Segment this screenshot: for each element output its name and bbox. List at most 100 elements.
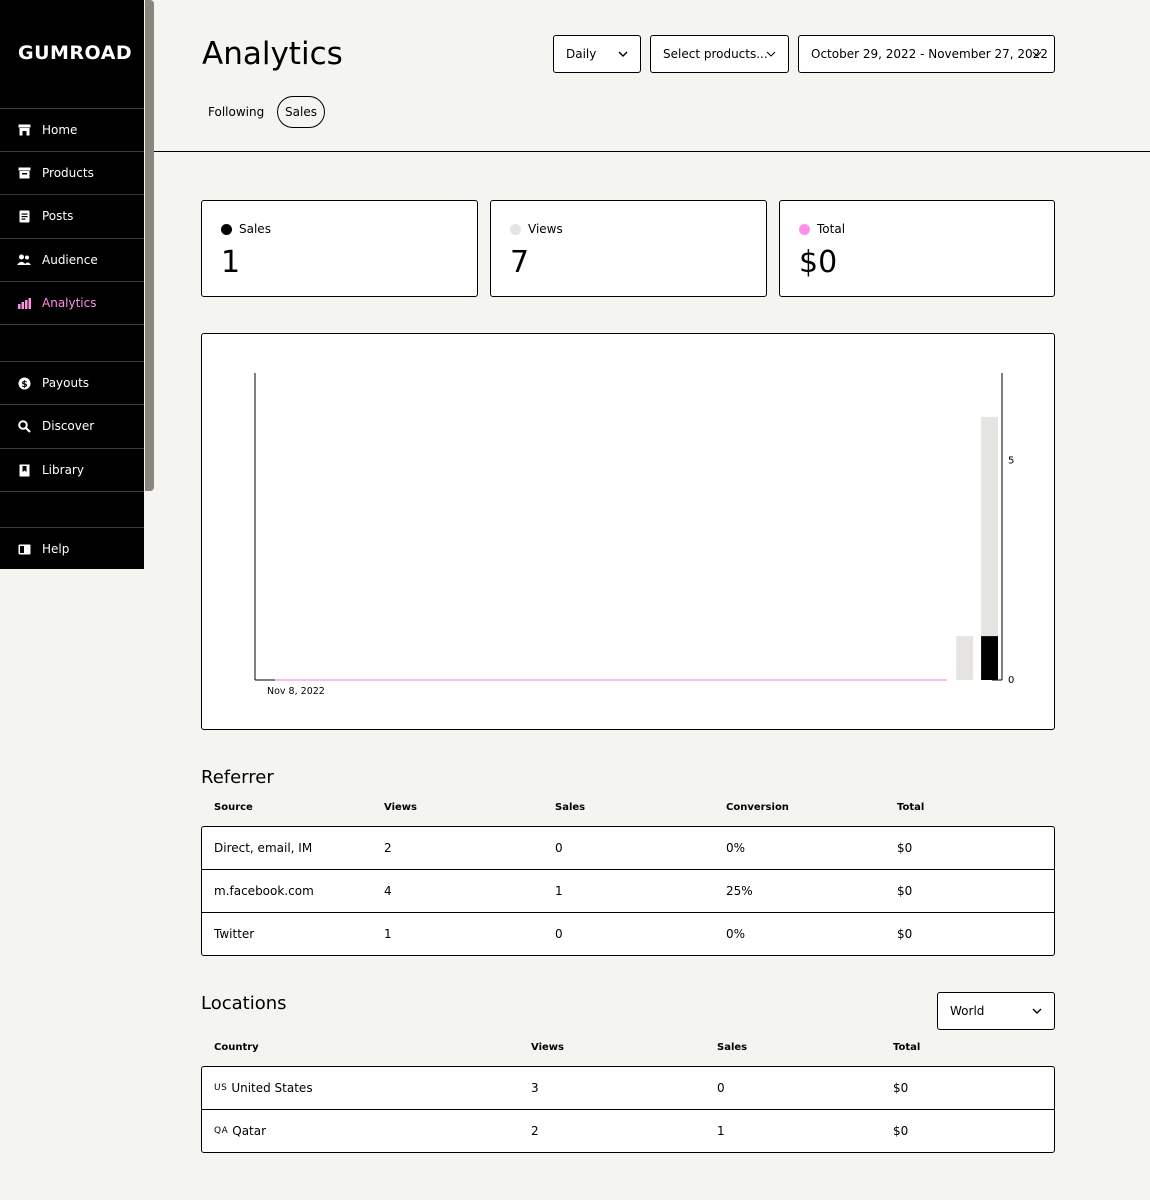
sales-chart: 5 0 Nov 8, 2022 (201, 333, 1055, 730)
referrer-conversion: 0% (726, 927, 746, 941)
country-cell: US United States (214, 1067, 313, 1109)
sidebar-item-products[interactable]: Products (0, 151, 144, 194)
sidebar-item-posts[interactable]: Posts (0, 194, 144, 237)
tab-sales[interactable]: Sales (277, 96, 325, 128)
sidebar-item-help[interactable]: Help (0, 527, 144, 570)
interval-select[interactable]: Daily (553, 35, 641, 73)
bar-chart-icon (17, 296, 31, 310)
chevron-down-icon (618, 48, 628, 62)
total-legend-dot (799, 223, 810, 235)
column-header-country: Country (214, 1042, 259, 1053)
referrer-total: $0 (897, 884, 913, 898)
referrer-views: 2 (384, 841, 392, 855)
country-code: US (214, 1083, 228, 1093)
stat-label: Total (817, 222, 846, 236)
referrer-conversion: 0% (726, 841, 746, 855)
sidebar-item-label: Help (42, 542, 70, 556)
sidebar-divider (0, 324, 144, 325)
bookmark-icon (17, 463, 31, 477)
locations-title: Locations (201, 993, 287, 1014)
referrer-sales: 0 (555, 927, 563, 941)
referrer-title: Referrer (201, 767, 274, 788)
sidebar-scrollbar[interactable] (145, 0, 154, 491)
referrer-source: Twitter (214, 927, 255, 941)
table-row: US United States 3 0 $0 (202, 1067, 1054, 1109)
location-sales: 0 (717, 1081, 725, 1095)
sidebar-divider (0, 491, 144, 492)
chevron-down-icon (766, 48, 776, 62)
column-header-total: Total (893, 1042, 921, 1053)
views-stat-label-row: Views (510, 222, 563, 236)
referrer-table: Direct, email, IM 2 0 0% $0 m.facebook.c… (201, 826, 1055, 956)
sidebar-item-audience[interactable]: Audience (0, 238, 144, 281)
total-stat-label-row: Total (799, 222, 845, 236)
referrer-views: 1 (384, 927, 392, 941)
product-select[interactable]: Select products... (650, 35, 789, 73)
region-select[interactable]: World (937, 992, 1055, 1030)
document-icon (17, 209, 31, 223)
sidebar-item-label: Library (42, 463, 84, 477)
location-sales: 1 (717, 1124, 725, 1138)
column-header-source: Source (214, 802, 253, 813)
sales-bar (981, 636, 998, 680)
referrer-total: $0 (897, 927, 913, 941)
book-icon (17, 542, 31, 556)
chevron-down-icon (1032, 48, 1042, 62)
total-stat-card: Total $0 (779, 200, 1055, 297)
country-code: QA (214, 1126, 229, 1136)
sidebar-item-label: Discover (42, 419, 95, 433)
stat-value: $0 (799, 245, 838, 280)
sidebar-item-discover[interactable]: Discover (0, 404, 144, 447)
dollar-circle-icon: $ (17, 376, 31, 390)
chart-svg: 5 0 Nov 8, 2022 (254, 373, 1014, 697)
table-row: Direct, email, IM 2 0 0% $0 (202, 827, 1054, 869)
column-header-sales: Sales (717, 1042, 748, 1053)
column-header-sales: Sales (555, 802, 586, 813)
y-tick-label: 0 (1008, 675, 1014, 686)
y-tick-label: 5 (1008, 456, 1014, 467)
table-row: QA Qatar 2 1 $0 (202, 1109, 1054, 1152)
interval-select-value: Daily (566, 47, 597, 61)
referrer-sales: 0 (555, 841, 563, 855)
gumroad-logo[interactable]: GUMROAD (18, 42, 132, 64)
people-icon (17, 253, 31, 267)
sidebar-item-analytics[interactable]: Analytics (0, 281, 144, 324)
sidebar-item-library[interactable]: Library (0, 448, 144, 491)
sidebar-item-home[interactable]: Home (0, 108, 144, 151)
sales-stat-card: Sales 1 (201, 200, 478, 297)
views-stat-card: Views 7 (490, 200, 767, 297)
column-header-views: Views (531, 1042, 564, 1053)
sales-stat-label-row: Sales (221, 222, 271, 236)
sidebar-item-label: Posts (42, 209, 74, 223)
referrer-sales: 1 (555, 884, 563, 898)
location-views: 3 (531, 1081, 539, 1095)
referrer-conversion: 25% (726, 884, 753, 898)
referrer-views: 4 (384, 884, 392, 898)
sidebar-item-label: Home (42, 123, 78, 137)
sidebar-item-payouts[interactable]: $ Payouts (0, 361, 144, 404)
svg-text:$: $ (21, 380, 27, 390)
location-total: $0 (893, 1081, 909, 1095)
region-select-value: World (950, 1004, 985, 1018)
x-tick-label: Nov 8, 2022 (267, 686, 325, 697)
table-row: m.facebook.com 4 1 25% $0 (202, 869, 1054, 912)
store-icon (17, 123, 31, 137)
tab-following[interactable]: Following (202, 96, 270, 128)
location-total: $0 (893, 1124, 909, 1138)
stat-value: 7 (510, 245, 530, 280)
sidebar-item-label: Products (42, 166, 94, 180)
table-row: Twitter 1 0 0% $0 (202, 912, 1054, 955)
country-name: United States (231, 1081, 313, 1095)
archive-icon (17, 166, 31, 180)
stat-label: Views (528, 222, 563, 236)
locations-table: US United States 3 0 $0 QA Qatar 2 1 $0 (201, 1066, 1055, 1153)
date-range-picker[interactable]: October 29, 2022 - November 27, 2022 (798, 35, 1055, 73)
country-cell: QA Qatar (214, 1110, 266, 1152)
column-header-conversion: Conversion (726, 802, 789, 813)
stat-label: Sales (239, 222, 271, 236)
column-header-total: Total (897, 802, 925, 813)
referrer-total: $0 (897, 841, 913, 855)
sidebar-item-label: Audience (42, 253, 98, 267)
date-range-value: October 29, 2022 - November 27, 2022 (811, 47, 1048, 61)
search-icon (17, 419, 31, 433)
